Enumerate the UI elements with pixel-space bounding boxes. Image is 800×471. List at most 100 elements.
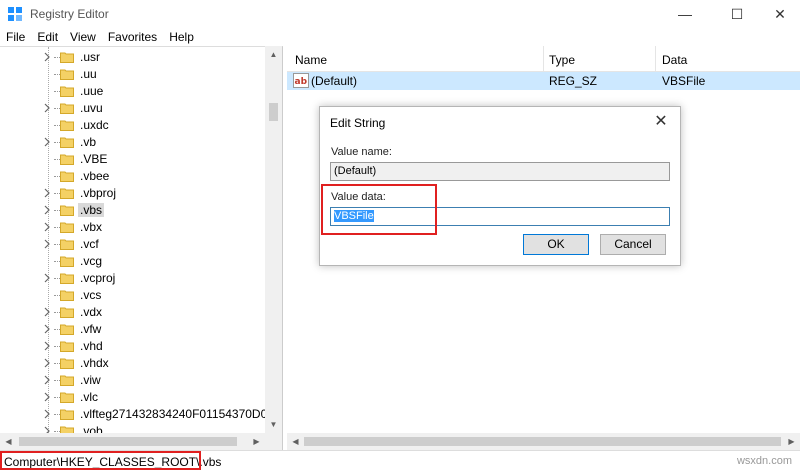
menu-edit[interactable]: Edit <box>31 28 64 46</box>
chevron-right-icon[interactable] <box>42 273 52 283</box>
chevron-right-icon[interactable] <box>42 103 52 113</box>
minimize-button[interactable]: — <box>662 0 708 28</box>
tree-item[interactable]: .vlc <box>0 389 265 406</box>
tree-item[interactable]: .usr <box>0 49 265 66</box>
chevron-right-icon[interactable] <box>42 205 52 215</box>
folder-icon <box>60 409 74 420</box>
tree-item[interactable]: .VBE <box>0 151 265 168</box>
value-type-cell: REG_SZ <box>549 74 598 88</box>
maximize-button[interactable]: ☐ <box>714 0 760 28</box>
tree-item[interactable]: .uvu <box>0 100 265 117</box>
value-data-cell: VBSFile <box>662 74 706 88</box>
tree-item[interactable]: .uue <box>0 83 265 100</box>
column-separator[interactable] <box>655 46 656 72</box>
scroll-right-arrow-icon[interactable]: ▶ <box>783 433 800 450</box>
chevron-right-icon[interactable] <box>42 222 52 232</box>
tree-item[interactable]: .vb <box>0 134 265 151</box>
scroll-left-arrow-icon[interactable]: ◀ <box>0 433 17 450</box>
folder-icon <box>60 290 74 301</box>
key-tree[interactable]: .usr .uu .uue .uvu .uxdc .vb .VBE .vbee .vbproj.… <box>0 46 283 450</box>
folder-icon <box>60 307 74 318</box>
tree-item[interactable]: .vcg <box>0 253 265 270</box>
tree-item[interactable]: .vbs <box>0 202 265 219</box>
tree-item-label: .vdx <box>80 305 103 319</box>
tree-item[interactable]: .vfw <box>0 321 265 338</box>
close-window-button[interactable]: ✕ <box>757 0 800 28</box>
menu-favorites[interactable]: Favorites <box>102 28 163 46</box>
highlight-box <box>321 184 437 235</box>
tree-item[interactable]: .vbproj <box>0 185 265 202</box>
chevron-right-icon[interactable] <box>42 409 52 419</box>
column-name-header[interactable]: Name <box>295 53 327 67</box>
tree-item[interactable]: .vbee <box>0 168 265 185</box>
dialog-close-icon[interactable]: ✕ <box>650 111 672 133</box>
chevron-right-icon[interactable] <box>42 341 52 351</box>
tree-item-label: .vb <box>80 135 97 149</box>
tree-item[interactable]: .vcproj <box>0 270 265 287</box>
tree-horizontal-scroll-thumb[interactable] <box>19 437 237 446</box>
tree-item-label: .vlc <box>80 390 98 404</box>
scroll-left-arrow-icon[interactable]: ◀ <box>287 433 304 450</box>
tree-item-label: .viw <box>80 373 101 387</box>
tree-item[interactable]: .vdx <box>0 304 265 321</box>
tree-item[interactable]: .vcf <box>0 236 265 253</box>
scroll-up-arrow-icon[interactable]: ▲ <box>265 46 282 63</box>
folder-icon <box>60 69 74 80</box>
menu-bar: File Edit View Favorites Help <box>0 28 800 46</box>
chevron-right-icon[interactable] <box>42 137 52 147</box>
tree-item-label: .vbee <box>80 169 110 183</box>
tree-item[interactable]: .vbx <box>0 219 265 236</box>
menu-help[interactable]: Help <box>163 28 200 46</box>
registry-editor-icon <box>8 7 22 21</box>
tree-item[interactable]: .viw <box>0 372 265 389</box>
tree-item-label: .vcproj <box>80 271 116 285</box>
cancel-button[interactable]: Cancel <box>600 234 666 255</box>
folder-icon <box>60 205 74 216</box>
menu-view[interactable]: View <box>64 28 102 46</box>
ok-button[interactable]: OK <box>523 234 589 255</box>
tree-item-label: .uvu <box>80 101 103 115</box>
column-type-header[interactable]: Type <box>549 53 575 67</box>
value-name-field: (Default) <box>330 162 670 181</box>
scroll-down-arrow-icon[interactable]: ▼ <box>265 416 282 433</box>
chevron-right-icon[interactable] <box>42 307 52 317</box>
tree-item-label: .usr <box>80 50 101 64</box>
list-horizontal-scroll-thumb[interactable] <box>304 437 781 446</box>
folder-icon <box>60 86 74 97</box>
tree-item[interactable]: .vlfteg271432834240F01154370D0B68B <box>0 406 282 423</box>
value-row-default[interactable]: ab (Default) REG_SZ VBSFile <box>287 72 800 90</box>
chevron-right-icon[interactable] <box>42 324 52 334</box>
chevron-right-icon[interactable] <box>42 392 52 402</box>
folder-icon <box>60 239 74 250</box>
tree-item-label: .vcs <box>80 288 102 302</box>
tree-item[interactable]: .uu <box>0 66 265 83</box>
chevron-right-icon[interactable] <box>42 188 52 198</box>
tree-item-label: .vbs <box>78 203 105 217</box>
folder-icon <box>60 120 74 131</box>
edit-string-dialog: Edit String ✕ Value name: (Default) Valu… <box>319 106 681 266</box>
folder-icon <box>60 137 74 148</box>
list-header: Name Type Data <box>287 46 800 72</box>
tree-item-label: .uu <box>80 67 97 81</box>
tree-item-label: .vcf <box>80 237 99 251</box>
chevron-right-icon[interactable] <box>42 375 52 385</box>
tree-item-label: .uxdc <box>80 118 109 132</box>
tree-item[interactable]: .vhdx <box>0 355 265 372</box>
tree-item[interactable]: .vhd <box>0 338 265 355</box>
chevron-right-icon[interactable] <box>42 358 52 368</box>
column-data-header[interactable]: Data <box>662 53 687 67</box>
chevron-right-icon[interactable] <box>42 239 52 249</box>
folder-icon <box>60 188 74 199</box>
folder-icon <box>60 358 74 369</box>
column-separator[interactable] <box>543 46 544 72</box>
ab-string-icon: ab <box>293 73 309 88</box>
tree-item-label: .vbx <box>80 220 103 234</box>
menu-file[interactable]: File <box>0 28 31 46</box>
tree-item[interactable]: .vcs <box>0 287 265 304</box>
chevron-right-icon[interactable] <box>42 52 52 62</box>
highlight-box <box>0 451 201 470</box>
tree-item[interactable]: .uxdc <box>0 117 265 134</box>
scroll-right-arrow-icon[interactable]: ▶ <box>248 433 265 450</box>
value-name-cell: (Default) <box>311 74 358 88</box>
tree-vertical-scroll-thumb[interactable] <box>269 103 278 121</box>
